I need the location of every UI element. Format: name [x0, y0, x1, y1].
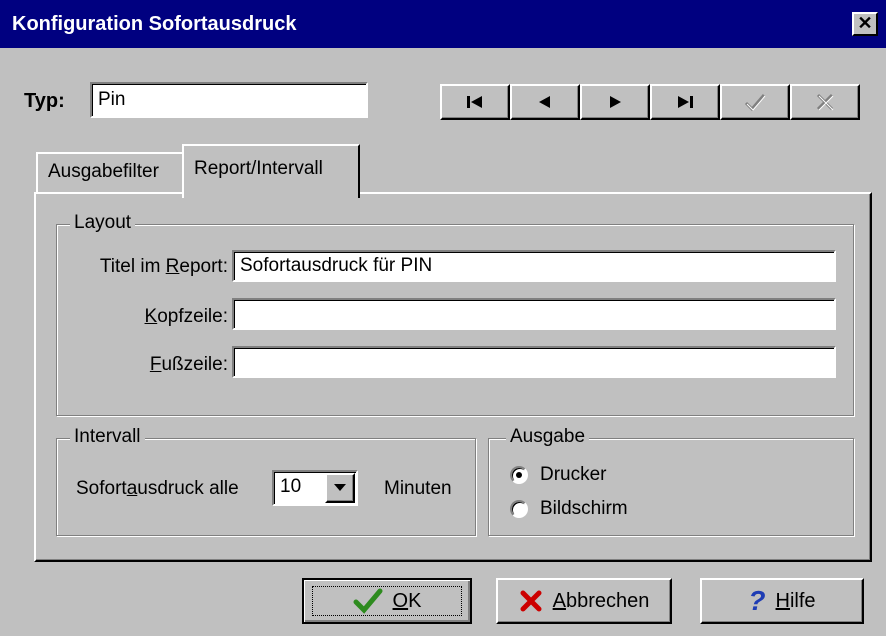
prev-record-button[interactable] — [510, 84, 580, 120]
confirm-record-button[interactable] — [720, 84, 790, 120]
ausgabe-legend: Ausgabe — [506, 426, 590, 448]
titel-input[interactable]: Sofortausdruck für PIN — [232, 250, 836, 282]
intervall-unit: Minuten — [384, 478, 452, 499]
next-icon — [610, 96, 621, 108]
ok-button[interactable]: OK — [302, 578, 472, 624]
intervall-legend: Intervall — [70, 426, 145, 448]
fusszeile-input[interactable] — [232, 346, 836, 378]
layout-legend: Layout — [70, 212, 136, 234]
radio-drucker-indicator — [510, 466, 528, 484]
intervall-dropdown-button[interactable] — [325, 473, 355, 503]
last-record-button[interactable] — [650, 84, 720, 120]
hilfe-button[interactable]: ? Hilfe — [700, 578, 864, 624]
tab-report-intervall-label: Report/Intervall — [194, 158, 323, 179]
cancel-x-icon — [520, 590, 542, 612]
kopfzeile-label: Kopfzeile: — [144, 306, 228, 327]
radio-bildschirm[interactable]: Bildschirm — [510, 498, 628, 520]
radio-bildschirm-label: Bildschirm — [540, 498, 628, 519]
close-icon: ✕ — [857, 13, 873, 33]
hilfe-label: Hilfe — [775, 589, 816, 612]
first-icon — [467, 96, 482, 108]
title-bar: Konfiguration Sofortausdruck ✕ — [0, 0, 886, 48]
next-record-button[interactable] — [580, 84, 650, 120]
chevron-down-icon — [334, 484, 346, 491]
intervall-combobox[interactable]: 10 — [272, 470, 358, 506]
abbrechen-label: Abbrechen — [552, 589, 650, 612]
focus-rect — [312, 586, 462, 616]
tab-ausgabefilter[interactable]: Ausgabefilter — [36, 152, 184, 194]
kopfzeile-input[interactable] — [232, 298, 836, 330]
cancel-record-button[interactable] — [790, 84, 860, 120]
typ-input[interactable]: Pin — [90, 82, 368, 118]
fusszeile-label: Fußzeile: — [149, 354, 228, 375]
first-record-button[interactable] — [440, 84, 510, 120]
x-icon — [816, 93, 834, 111]
prev-icon — [539, 96, 550, 108]
help-question-icon: ? — [748, 585, 766, 616]
radio-drucker-label: Drucker — [540, 464, 607, 485]
window-title: Konfiguration Sofortausdruck — [12, 13, 297, 35]
intervall-value: 10 — [280, 476, 302, 497]
check-icon — [744, 94, 766, 111]
abbrechen-button[interactable]: Abbrechen — [496, 578, 672, 624]
typ-label: Typ: — [24, 90, 65, 112]
radio-drucker[interactable]: Drucker — [510, 464, 607, 486]
radio-bildschirm-indicator — [510, 500, 528, 518]
ausgabe-group — [488, 438, 854, 536]
intervall-label: Sofortausdruck alle — [76, 478, 239, 499]
last-icon — [678, 96, 693, 108]
tab-report-intervall[interactable]: Report/Intervall — [182, 144, 360, 198]
tab-ausgabefilter-label: Ausgabefilter — [48, 161, 159, 182]
titel-label: Titel im Report: — [99, 256, 228, 277]
close-button[interactable]: ✕ — [852, 12, 878, 36]
